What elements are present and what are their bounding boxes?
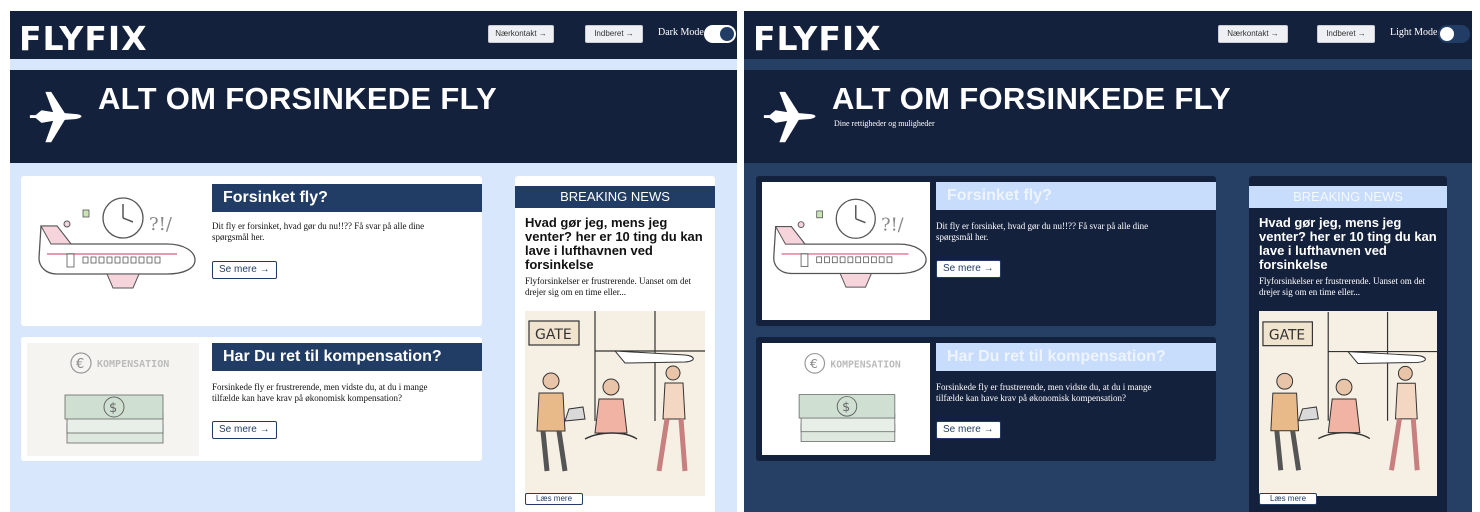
svg-text:KOMPENSATION: KOMPENSATION: [830, 359, 901, 370]
svg-text:GATE: GATE: [1269, 328, 1305, 344]
breaking-news-card: BREAKING NEWS Hvad gør jeg, mens jeg ven…: [1249, 176, 1447, 512]
dark-theme-view: FLYFIX Nærkontakt → Indberet → Light Mod…: [744, 11, 1472, 512]
report-button[interactable]: Indberet →: [585, 25, 643, 43]
breaking-news-heading: BREAKING NEWS: [515, 186, 715, 208]
site-logo[interactable]: FLYFIX: [753, 19, 882, 59]
compensation-illustration: € KOMPENSATION $: [762, 343, 930, 455]
card-title: Forsinket fly?: [212, 184, 482, 212]
delayed-plane-illustration: ?!/: [27, 182, 199, 320]
site-logo[interactable]: FLYFIX: [19, 19, 148, 59]
card-description: Dit fly er forsinket, hvad gør du nu!!??…: [212, 221, 425, 242]
top-navbar: FLYFIX Nærkontakt → Indberet → Light Mod…: [744, 11, 1472, 59]
compensation-card: € KOMPENSATION $ Har Du ret til kompensa…: [21, 337, 482, 461]
airplane-icon: [763, 91, 816, 143]
card-description: Forsinkede fly er frustrerende, men vids…: [212, 382, 428, 403]
svg-text:$: $: [109, 401, 117, 416]
hero-subtitle: Dine rettigheder og muligheder: [834, 119, 935, 128]
news-headline[interactable]: Hvad gør jeg, mens jeg venter? her er 10…: [525, 216, 707, 272]
news-headline[interactable]: Hvad gør jeg, mens jeg venter? her er 10…: [1259, 216, 1439, 272]
svg-text:€: €: [76, 357, 84, 372]
toggle-knob: [1440, 27, 1454, 41]
see-more-button[interactable]: Se mere →: [936, 260, 1001, 278]
see-more-button[interactable]: Se mere →: [212, 261, 277, 279]
light-theme-view: FLYFIX Nærkontakt → Indberet → Dark Mode…: [10, 11, 737, 512]
read-more-button[interactable]: Læs mere: [1259, 493, 1318, 505]
svg-text:?!/: ?!/: [881, 215, 903, 235]
delayed-flight-card: ?!/ Forsinket fly? Dit fly er forsinket,…: [756, 176, 1216, 326]
contact-button[interactable]: Nærkontakt →: [488, 25, 554, 43]
toggle-knob: [720, 27, 734, 41]
card-description: Forsinkede fly er frustrerende, men vids…: [936, 382, 1152, 403]
hero-title: ALT OM FORSINKEDE FLY: [98, 81, 497, 116]
news-excerpt: Flyforsinkelser er frustrerende. Uanset …: [1259, 276, 1425, 297]
delayed-flight-card: ?!/ Forsinket fly? Dit fly er forsinket,…: [21, 176, 482, 326]
svg-text:GATE: GATE: [535, 327, 572, 343]
breaking-news-card: BREAKING NEWS Hvad gør jeg, mens jeg ven…: [515, 176, 715, 512]
airplane-icon: [29, 91, 82, 143]
see-more-button[interactable]: Se mere →: [212, 421, 277, 439]
svg-text:$: $: [842, 399, 850, 414]
card-title: Har Du ret til kompensation?: [936, 343, 1216, 371]
airport-waiting-illustration: GATE: [1259, 311, 1437, 496]
svg-text:KOMPENSATION: KOMPENSATION: [97, 359, 169, 370]
svg-text:€: €: [810, 356, 818, 371]
airport-waiting-illustration: GATE: [525, 311, 705, 496]
card-title: Har Du ret til kompensation?: [212, 343, 482, 371]
hero-title: ALT OM FORSINKEDE FLY: [832, 81, 1231, 116]
dark-mode-toggle[interactable]: [704, 25, 736, 43]
mode-label: Light Mode: [1390, 27, 1438, 38]
see-more-button[interactable]: Se mere →: [936, 421, 1001, 439]
card-title: Forsinket fly?: [936, 182, 1216, 210]
mode-label: Dark Mode: [658, 27, 704, 38]
breaking-news-heading: BREAKING NEWS: [1249, 186, 1447, 208]
compensation-illustration: € KOMPENSATION $: [27, 343, 199, 456]
news-excerpt: Flyforsinkelser er frustrerende. Uanset …: [525, 276, 691, 297]
card-description: Dit fly er forsinket, hvad gør du nu!!??…: [936, 221, 1149, 242]
delayed-plane-illustration: ?!/: [762, 182, 930, 320]
report-button[interactable]: Indberet →: [1317, 25, 1375, 43]
read-more-button[interactable]: Læs mere: [525, 493, 584, 505]
svg-text:?!/: ?!/: [149, 214, 173, 235]
hero-banner: ALT OM FORSINKEDE FLY Dine rettigheder o…: [744, 70, 1472, 163]
light-mode-toggle[interactable]: [1438, 25, 1470, 43]
top-navbar: FLYFIX Nærkontakt → Indberet → Dark Mode: [10, 11, 737, 59]
hero-banner: ALT OM FORSINKEDE FLY: [10, 70, 737, 163]
contact-button[interactable]: Nærkontakt →: [1218, 25, 1288, 43]
compensation-card: € KOMPENSATION $ Har Du ret til kompensa…: [756, 337, 1216, 461]
